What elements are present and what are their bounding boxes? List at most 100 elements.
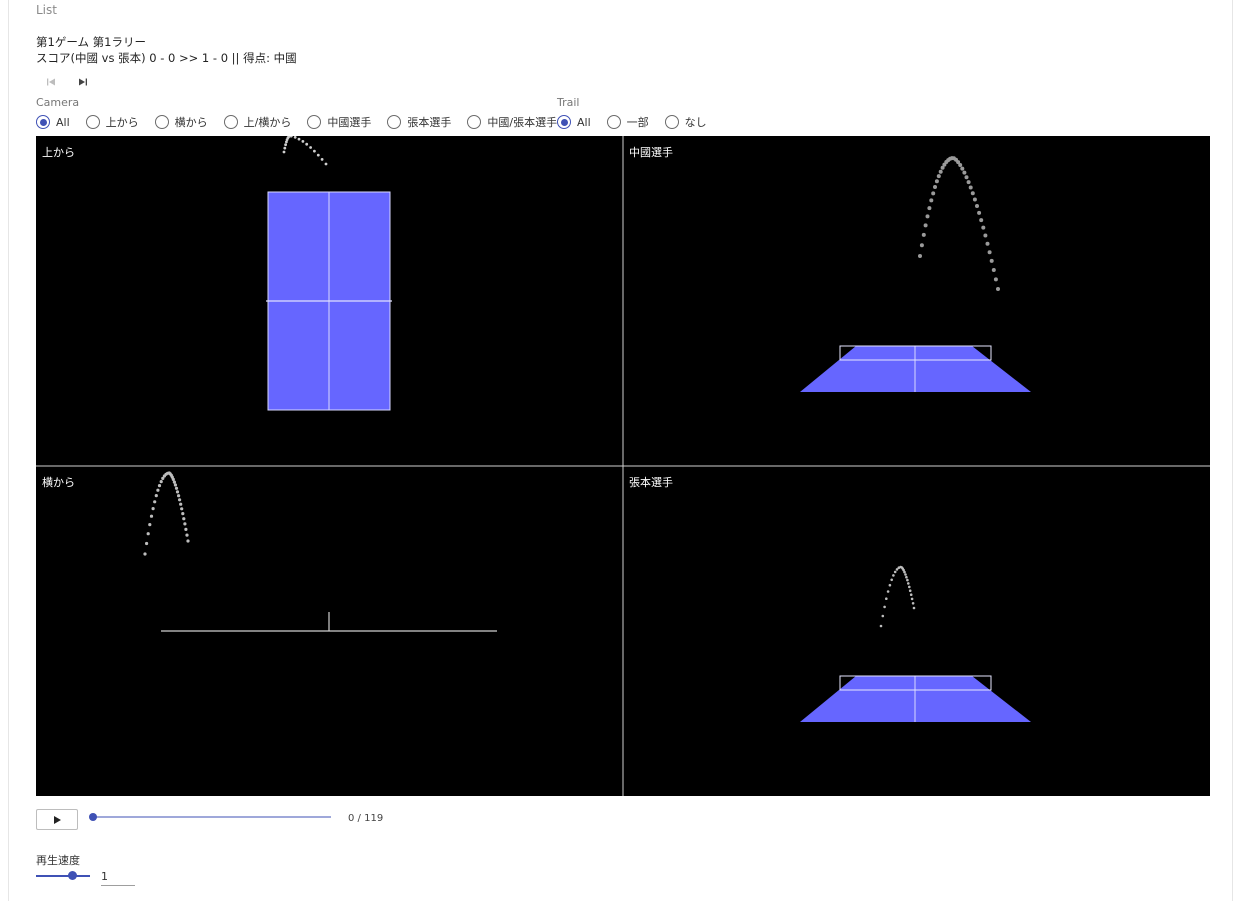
- camera-radio-group: All 上から 横から 上/横から 中國選手 張本選手 中國/張本選手: [36, 114, 567, 130]
- camera-option-player-a[interactable]: 中國選手: [307, 114, 371, 130]
- ball-trail-dot: [148, 523, 152, 527]
- skip-next-button[interactable]: [75, 74, 91, 90]
- camera-option-side[interactable]: 横から: [154, 114, 208, 130]
- ball-trail-dot: [178, 498, 182, 502]
- list-link[interactable]: List: [36, 3, 57, 17]
- radio-label: All: [56, 115, 70, 129]
- radio-circle: [154, 115, 169, 129]
- ball-trail-dot: [929, 198, 934, 203]
- ball-trail-dot: [912, 606, 916, 610]
- ball-trail-dot: [175, 490, 180, 494]
- ball-trail-dot: [282, 150, 286, 154]
- radio-label: なし: [684, 116, 707, 129]
- ball-trail-dot: [972, 197, 977, 202]
- seek-slider-track[interactable]: [93, 816, 331, 818]
- ball-trail-dot: [977, 210, 982, 215]
- ball-trail-dot: [883, 605, 886, 609]
- ball-trail-dot: [906, 578, 909, 582]
- trail-option-none[interactable]: なし: [664, 114, 707, 130]
- camera-option-all[interactable]: All: [36, 115, 70, 129]
- skip-next-icon: [79, 78, 87, 86]
- trail-option-partial[interactable]: 一部: [606, 114, 649, 130]
- player-a-view-table: [800, 345, 1031, 392]
- radio-circle-checked: [557, 115, 571, 129]
- ball-trail-dot: [925, 214, 930, 219]
- ball-trail-dot: [933, 185, 937, 189]
- ball-trail-dot: [893, 570, 897, 574]
- ball-trail-dot: [313, 149, 316, 153]
- ball-trail-dot: [185, 533, 189, 537]
- ball-trail-dot: [179, 502, 183, 506]
- ball-trail-dot: [320, 158, 324, 161]
- pane-label-player-b: 張本選手: [629, 476, 673, 489]
- ball-trail-dot: [909, 593, 913, 596]
- ball-trail-dot: [993, 277, 998, 282]
- play-button[interactable]: [36, 809, 78, 830]
- camera-viewer[interactable]: 上から 中國選手 横から 張本選手: [36, 136, 1210, 796]
- ball-trail-dot: [177, 494, 181, 498]
- ball-trail-dot: [921, 232, 926, 237]
- radio-circle: [664, 115, 679, 129]
- ball-trail-dot: [172, 480, 176, 484]
- ball-trail-dot: [184, 527, 188, 531]
- ball-trail-dot: [149, 514, 154, 518]
- camera-option-top-side[interactable]: 上/横から: [223, 114, 291, 130]
- ball-trail-dot: [316, 153, 320, 157]
- ball-trail-dot: [908, 589, 912, 592]
- speed-slider-track[interactable]: [36, 875, 90, 877]
- trail-option-all[interactable]: All: [557, 115, 591, 129]
- speed-slider-thumb[interactable]: [68, 871, 77, 880]
- ball-trail-dot: [936, 174, 941, 179]
- ball-trail-dot: [918, 254, 922, 258]
- seek-slider-thumb[interactable]: [89, 813, 97, 821]
- radio-label: 一部: [626, 116, 649, 129]
- camera-option-top[interactable]: 上から: [85, 114, 139, 130]
- radio-label: All: [577, 115, 591, 129]
- ball-trail-dot: [157, 484, 162, 488]
- ball-trail-dot: [979, 218, 984, 223]
- ball-trail-dot: [180, 507, 184, 511]
- skip-previous-button[interactable]: [43, 74, 59, 90]
- radio-circle: [307, 115, 322, 129]
- radio-label: 横から: [174, 116, 208, 129]
- radio-circle: [387, 115, 402, 129]
- radio-label: 中國選手: [327, 116, 372, 129]
- speed-input[interactable]: [101, 868, 135, 886]
- radio-label: 張本選手: [407, 116, 452, 129]
- player-b-view-table: [800, 675, 1031, 722]
- radio-circle: [467, 115, 482, 129]
- ball-trail-dot: [159, 480, 163, 484]
- camera-option-player-b[interactable]: 張本選手: [387, 114, 451, 130]
- ball-trail-dot: [905, 575, 908, 579]
- camera-option-both-players[interactable]: 中國/張本選手: [467, 114, 557, 130]
- ball-trail-dot: [182, 517, 186, 521]
- ball-trail-dot: [151, 507, 155, 511]
- ball-trail-dot: [970, 191, 975, 196]
- ball-trail-dot: [910, 597, 914, 601]
- pane-label-player-a: 中國選手: [629, 146, 673, 159]
- ball-trail-dot: [143, 552, 147, 556]
- ball-trail-dot: [981, 225, 986, 230]
- pane-label-top: 上から: [42, 146, 75, 159]
- radio-label: 上から: [105, 116, 139, 129]
- ball-trail-dot: [975, 204, 979, 208]
- radio-circle: [223, 115, 238, 129]
- ball-trail-dot: [301, 140, 305, 143]
- trail-radio-group: All 一部 なし: [557, 114, 717, 130]
- ball-trail-dot: [146, 532, 150, 536]
- ball-trail-dot: [181, 512, 185, 516]
- viewer-canvas: [36, 136, 1210, 796]
- ball-trail-dot: [289, 136, 293, 138]
- ball-trail-dot: [934, 179, 939, 184]
- ball-trail-dot: [879, 624, 883, 628]
- ball-trail-dot: [186, 539, 190, 543]
- ball-trail-dot: [927, 206, 932, 211]
- ball-trail-dot: [991, 268, 996, 272]
- ball-trail-dot: [938, 169, 943, 174]
- ball-trail-dot: [305, 142, 309, 146]
- ball-trail-dot: [890, 578, 893, 582]
- speed-label: 再生速度: [36, 854, 80, 867]
- ball-trail-dot: [983, 233, 988, 238]
- ball-trail-dot: [297, 137, 301, 141]
- ball-trail-dot: [886, 590, 890, 593]
